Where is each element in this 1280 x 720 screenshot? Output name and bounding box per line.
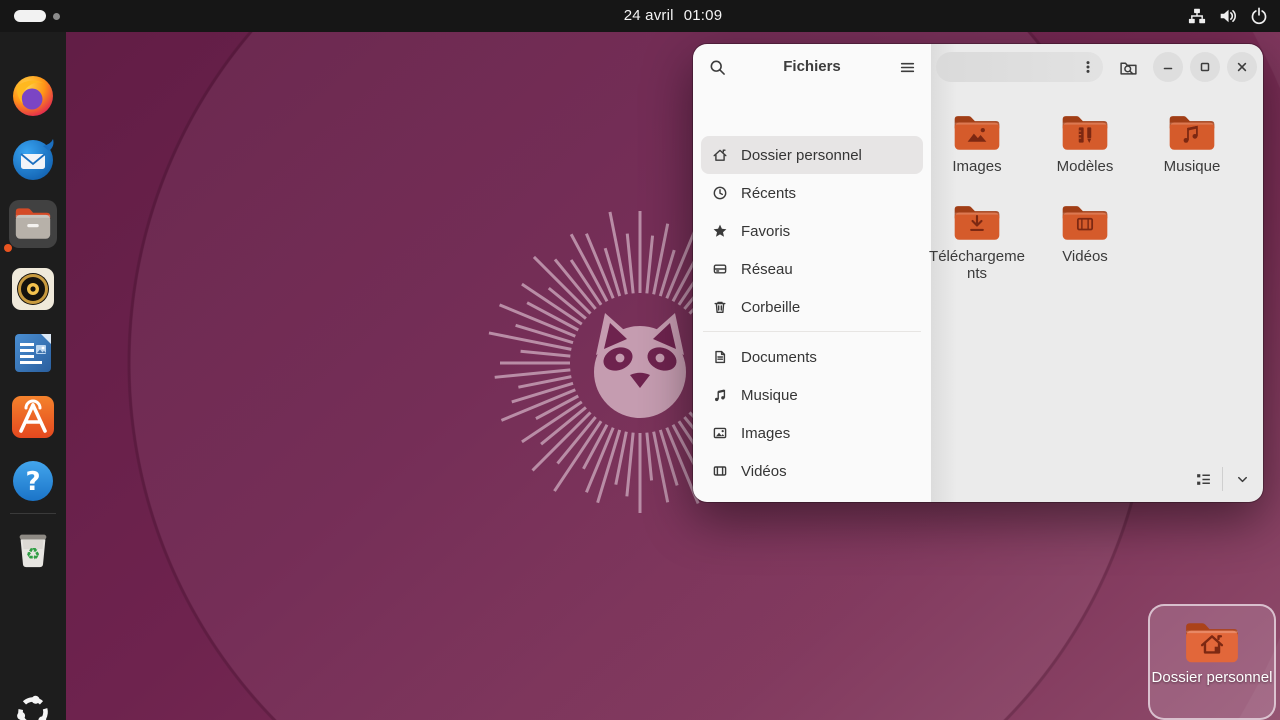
network-icon[interactable] bbox=[1188, 7, 1206, 25]
star-icon bbox=[712, 223, 728, 239]
system-status-area[interactable] bbox=[1188, 0, 1268, 32]
folder-label: Téléchargements bbox=[925, 248, 1029, 282]
close-icon bbox=[1234, 59, 1250, 75]
help-icon[interactable]: ? bbox=[9, 457, 57, 505]
folder-icon bbox=[1183, 616, 1241, 665]
folder-item-templates[interactable]: Modèles bbox=[1033, 110, 1137, 175]
hamburger-menu-icon bbox=[899, 59, 916, 76]
firefox-icon[interactable] bbox=[9, 72, 57, 120]
date-label: 24 avril bbox=[624, 7, 674, 24]
app-center-icon[interactable] bbox=[9, 393, 57, 441]
film-icon bbox=[712, 463, 728, 479]
dock-divider bbox=[10, 513, 56, 514]
folder-label: Vidéos bbox=[1033, 248, 1137, 265]
folder-item-downloads[interactable]: Téléchargements bbox=[925, 200, 1029, 282]
sidebar-item-recent[interactable]: Récents bbox=[701, 174, 923, 212]
clock-icon bbox=[712, 185, 728, 201]
folder-icon bbox=[952, 200, 1002, 242]
files-icon[interactable] bbox=[9, 200, 57, 248]
sidebar-item-pictures[interactable]: Images bbox=[701, 414, 923, 452]
sidebar-item-downloads[interactable]: Téléchargements bbox=[701, 490, 923, 502]
volume-icon[interactable] bbox=[1219, 7, 1237, 25]
document-icon bbox=[712, 349, 728, 365]
clock-menu[interactable]: 24 avril 01:09 bbox=[0, 0, 1280, 32]
folder-label: Modèles bbox=[1033, 158, 1137, 175]
sidebar-item-starred[interactable]: Favoris bbox=[701, 212, 923, 250]
folder-icon bbox=[1060, 200, 1110, 242]
minimize-icon bbox=[1160, 59, 1176, 75]
list-view-icon bbox=[1195, 471, 1212, 488]
folder-item-music[interactable]: Musique bbox=[1140, 110, 1244, 175]
maximize-icon bbox=[1197, 59, 1213, 75]
sidebar-item-videos[interactable]: Vidéos bbox=[701, 452, 923, 490]
image-icon bbox=[712, 425, 728, 441]
folder-item-images[interactable]: Images bbox=[925, 110, 1029, 175]
list-view-button[interactable] bbox=[1190, 466, 1216, 492]
hamburger-menu-button[interactable] bbox=[891, 51, 923, 83]
minimize-button[interactable] bbox=[1153, 52, 1183, 82]
rhythmbox-icon[interactable] bbox=[9, 265, 57, 313]
ubuntu-logo-icon[interactable] bbox=[9, 688, 57, 720]
kebab-menu-icon bbox=[1080, 59, 1096, 75]
sidebar-header: Fichiers bbox=[693, 44, 931, 90]
view-options-button[interactable] bbox=[1229, 466, 1255, 492]
sidebar-item-home[interactable]: Dossier personnel bbox=[701, 136, 923, 174]
trash-icon[interactable]: ♻ bbox=[9, 524, 57, 572]
sidebar-list: Dossier personnel Récents Favoris Réseau… bbox=[701, 136, 923, 502]
sidebar-item-trash[interactable]: Corbeille bbox=[701, 288, 923, 326]
sidebar-item-documents[interactable]: Documents bbox=[701, 338, 923, 376]
mascot-face-icon bbox=[580, 303, 700, 423]
close-button[interactable] bbox=[1227, 52, 1257, 82]
libreoffice-writer-icon[interactable] bbox=[9, 329, 57, 377]
sidebar-divider bbox=[703, 331, 921, 332]
files-sidebar: Fichiers Dossier personnel Récents Favor… bbox=[693, 44, 931, 502]
folder-icon bbox=[952, 110, 1002, 152]
power-icon[interactable] bbox=[1250, 7, 1268, 25]
folder-search-button[interactable] bbox=[1112, 51, 1144, 83]
dock: ? ♻ bbox=[0, 32, 66, 720]
desktop-icon-label: Dossier personnel bbox=[1150, 669, 1274, 687]
download-icon bbox=[712, 501, 728, 502]
folder-icon bbox=[1060, 110, 1110, 152]
content-headerbar bbox=[931, 44, 1263, 90]
svg-text:?: ? bbox=[25, 467, 40, 497]
network-icon bbox=[712, 261, 728, 277]
sidebar-item-network[interactable]: Réseau bbox=[701, 250, 923, 288]
folder-label: Musique bbox=[1140, 158, 1244, 175]
time-label: 01:09 bbox=[684, 7, 723, 24]
svg-text:♻: ♻ bbox=[26, 544, 41, 563]
folder-label: Images bbox=[925, 158, 1029, 175]
kebab-menu-button[interactable] bbox=[1072, 51, 1104, 83]
folder-item-videos[interactable]: Vidéos bbox=[1033, 200, 1137, 265]
chevron-down-icon bbox=[1235, 472, 1250, 487]
sidebar-item-music[interactable]: Musique bbox=[701, 376, 923, 414]
view-toggle-divider bbox=[1222, 467, 1223, 491]
folder-search-icon bbox=[1119, 58, 1138, 77]
home-icon bbox=[712, 147, 728, 163]
files-content-pane: Images Modèles Musique Téléchargements V… bbox=[931, 44, 1263, 502]
top-bar: 24 avril 01:09 bbox=[0, 0, 1280, 32]
folder-icon bbox=[1167, 110, 1217, 152]
music-note-icon bbox=[712, 387, 728, 403]
maximize-button[interactable] bbox=[1190, 52, 1220, 82]
trash-icon bbox=[712, 299, 728, 315]
desktop-home-icon[interactable]: Dossier personnel bbox=[1148, 604, 1276, 720]
view-toggle bbox=[1190, 466, 1255, 492]
thunderbird-icon[interactable] bbox=[9, 136, 57, 184]
files-window: Fichiers Dossier personnel Récents Favor… bbox=[693, 44, 1263, 502]
folder-grid: Images Modèles Musique Téléchargements V… bbox=[931, 90, 1263, 502]
running-indicator bbox=[4, 244, 12, 252]
